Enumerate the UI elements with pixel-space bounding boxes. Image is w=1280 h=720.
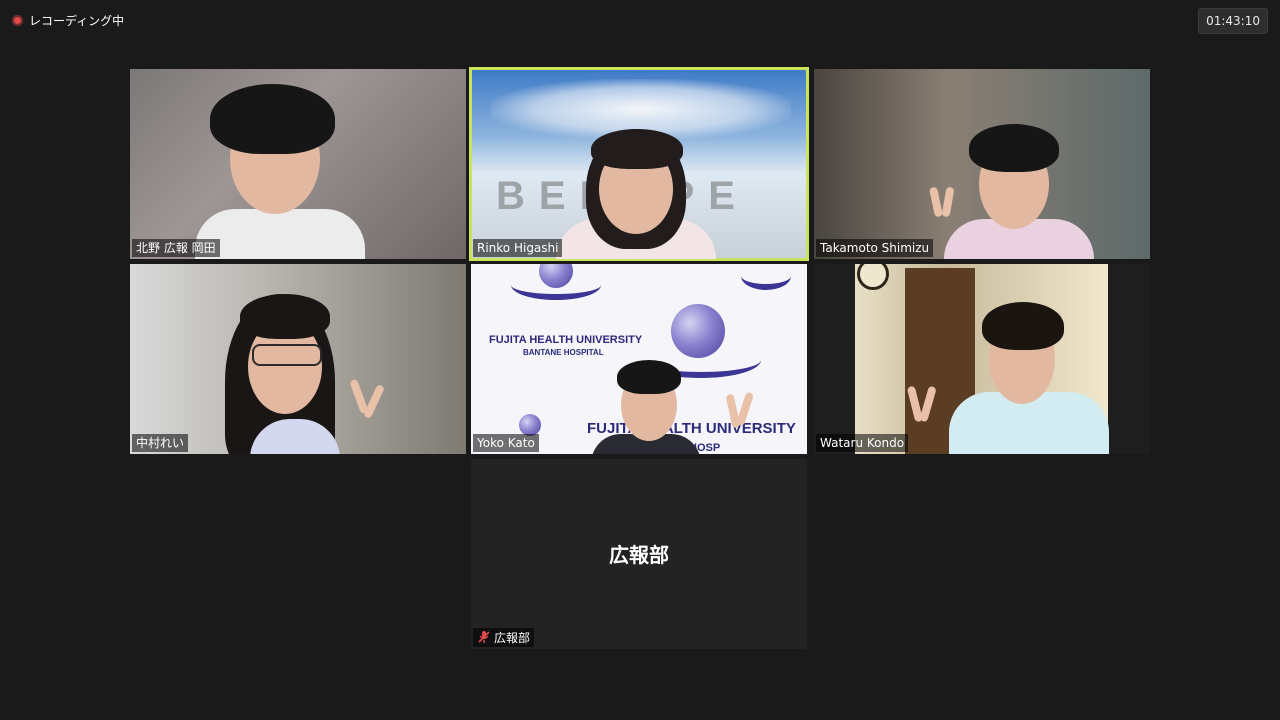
participant-name: 北野 広報 岡田 xyxy=(132,239,220,257)
participant-name: Rinko Higashi xyxy=(473,239,563,257)
meeting-timer: 01:43:10 xyxy=(1198,8,1268,34)
participant-name: Wataru Kondo xyxy=(816,434,909,452)
video-tile-kouhoubu[interactable]: 広報部 広報部 xyxy=(471,459,807,649)
logo-university-name: FUJITA HEALTH UNIVERSITY xyxy=(489,334,643,346)
participant-display-name: 広報部 xyxy=(609,543,669,567)
recording-indicator[interactable]: レコーディング中 xyxy=(12,12,124,29)
participant-name: 広報部 xyxy=(494,631,531,645)
video-tile-wataru-kondo[interactable]: Wataru Kondo xyxy=(814,264,1150,454)
record-dot-icon xyxy=(12,15,23,26)
participant-name-tag: 広報部 xyxy=(473,628,535,647)
recording-label: レコーディング中 xyxy=(29,14,125,28)
glasses xyxy=(252,344,322,366)
video-tile-takamoto-shimizu[interactable]: Takamoto Shimizu xyxy=(814,69,1150,259)
video-tile-kitano[interactable]: 北野 広報 岡田 xyxy=(130,69,466,259)
logo-hospital-name: BANTANE HOSPITAL xyxy=(523,348,604,357)
meeting-window: レコーディング中 01:43:10 北野 広報 岡田 BEHOPE Rinko … xyxy=(0,0,1280,720)
participant-name: 中村れい xyxy=(132,434,189,452)
participant-name: Yoko Kato xyxy=(473,434,539,452)
video-tile-rinko-higashi[interactable]: BEHOPE Rinko Higashi xyxy=(469,67,809,261)
wall-clock xyxy=(857,264,889,290)
participant-name: Takamoto Shimizu xyxy=(816,239,934,257)
video-tile-yoko-kato[interactable]: FUJITA HEALTH UNIVERSITY BANTANE HOSPITA… xyxy=(471,264,807,454)
mic-muted-icon xyxy=(478,631,490,643)
video-tile-nakamura-rei[interactable]: 中村れい xyxy=(130,264,466,454)
